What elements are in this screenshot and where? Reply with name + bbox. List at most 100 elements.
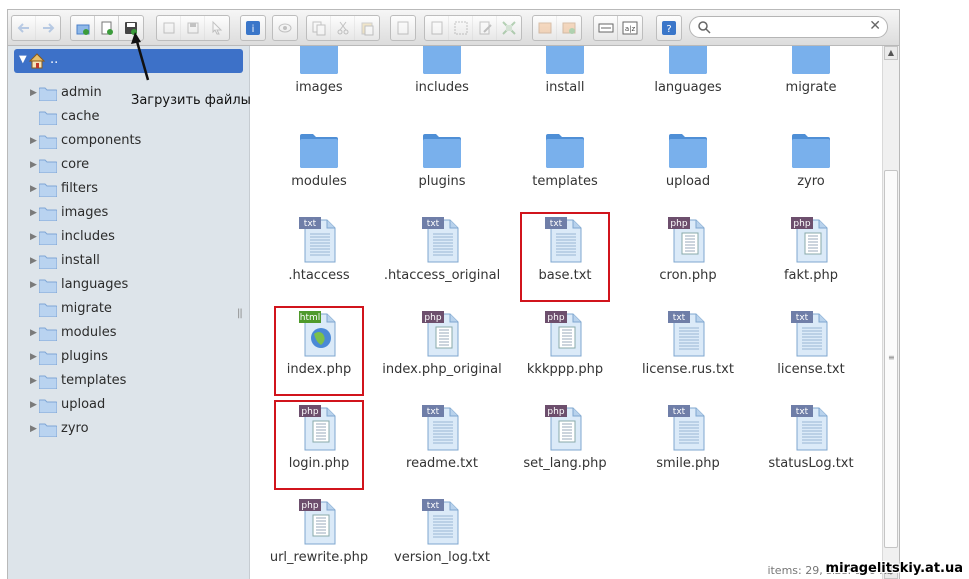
expand-arrow-icon[interactable]: ▶	[30, 160, 37, 170]
expand-arrow-icon[interactable]: ▶	[30, 376, 37, 386]
folder-item[interactable]: modules	[264, 122, 374, 212]
expand-arrow-icon[interactable]: ▶	[30, 424, 37, 434]
copy-button[interactable]	[307, 16, 331, 40]
file-item[interactable]: txt readme.txt	[387, 404, 497, 494]
folder-item[interactable]: install	[510, 46, 620, 118]
quicklook-button[interactable]	[273, 16, 297, 40]
folder-item[interactable]: images	[264, 46, 374, 118]
expand-arrow-icon[interactable]: ▶	[30, 352, 37, 362]
tree-item-label: plugins	[61, 349, 108, 364]
folder-item[interactable]: languages	[633, 46, 743, 118]
file-item[interactable]: txt smile.php	[633, 404, 743, 494]
back-button[interactable]	[12, 16, 36, 40]
tree-item-zyro[interactable]: ▶ zyro	[8, 418, 248, 442]
clear-search-icon[interactable]: ✕	[869, 18, 881, 34]
tree-item-plugins[interactable]: ▶ plugins	[8, 346, 248, 370]
tree-item-install[interactable]: ▶ install	[8, 250, 248, 274]
tree-item-images[interactable]: ▶ images	[8, 202, 248, 226]
help-button[interactable]: ?	[657, 16, 681, 40]
tree-item-modules[interactable]: ▶ modules	[8, 322, 248, 346]
scroll-up-icon[interactable]: ▲	[884, 46, 898, 60]
expand-arrow-icon[interactable]: ▶	[30, 400, 37, 410]
tree-item-filters[interactable]: ▶ filters	[8, 178, 248, 202]
expand-arrow-icon[interactable]: ▶	[30, 256, 37, 266]
extract-button[interactable]	[425, 16, 449, 40]
search-box[interactable]: ✕	[689, 16, 888, 38]
resize-icon	[502, 21, 516, 35]
folder-item[interactable]: zyro	[756, 122, 866, 212]
search-input[interactable]	[714, 19, 868, 37]
cut-button[interactable]	[331, 16, 355, 40]
download-button[interactable]	[181, 16, 205, 40]
sort-button[interactable]: a|z	[618, 16, 642, 40]
new-file-button[interactable]	[95, 16, 119, 40]
expand-arrow-icon[interactable]: ▶	[30, 136, 37, 146]
tree-item-includes[interactable]: ▶ includes	[8, 226, 248, 250]
expand-arrow-icon[interactable]: ▶	[30, 208, 37, 218]
tree-item-templates[interactable]: ▶ templates	[8, 370, 248, 394]
forward-button[interactable]	[36, 16, 60, 40]
file-item[interactable]: txt license.rus.txt	[633, 310, 743, 400]
toolbar-group	[532, 15, 582, 41]
open-icon	[163, 22, 174, 34]
expand-arrow-icon[interactable]: ▶	[30, 184, 37, 194]
paste-button[interactable]	[355, 16, 379, 40]
archive-button[interactable]	[533, 16, 557, 40]
folder-item[interactable]: plugins	[387, 122, 497, 212]
rename-button[interactable]	[449, 16, 473, 40]
folder-icon	[39, 423, 57, 437]
scroll-thumb[interactable]: ≡	[884, 170, 898, 548]
expand-arrow-icon[interactable]: ▶	[30, 232, 37, 242]
file-item[interactable]: txt statusLog.txt	[756, 404, 866, 494]
file-item[interactable]: php set_lang.php	[510, 404, 620, 494]
views-icon-button[interactable]	[594, 16, 618, 40]
edit-button[interactable]	[473, 16, 497, 40]
file-item[interactable]: txt .htaccess_original	[384, 216, 500, 306]
expand-arrow-icon[interactable]: ▶	[30, 280, 37, 290]
tree-item-cache[interactable]: cache	[8, 106, 248, 130]
folder-item[interactable]: upload	[633, 122, 743, 212]
file-item[interactable]: php kkkppp.php	[510, 310, 620, 400]
folder-item[interactable]: templates	[510, 122, 620, 212]
file-grid: images includes install languages migrate mod…	[250, 46, 882, 579]
file-item[interactable]: php cron.php	[633, 216, 743, 306]
info-button[interactable]: i	[241, 16, 265, 40]
file-name: .htaccess_original	[383, 268, 501, 283]
toolbar-group: i	[240, 15, 266, 41]
file-item[interactable]: txt version_log.txt	[387, 498, 497, 579]
expand-arrow-icon[interactable]: ▶	[30, 88, 37, 98]
svg-text:txt: txt	[673, 407, 686, 417]
extract-archive-button[interactable]	[557, 16, 581, 40]
tree-item-migrate[interactable]: migrate	[8, 298, 248, 322]
file-name: kkkppp.php	[526, 362, 604, 377]
new-file-icon	[101, 21, 113, 35]
toolbar-group	[11, 15, 61, 41]
tree-item-languages[interactable]: ▶ languages	[8, 274, 248, 298]
file-item[interactable]: php fakt.php	[756, 216, 866, 306]
svg-text:txt: txt	[427, 219, 440, 229]
file-item[interactable]: txt license.txt	[756, 310, 866, 400]
select-button[interactable]	[205, 16, 229, 40]
resize-button[interactable]	[497, 16, 521, 40]
help-icon: ?	[662, 21, 676, 35]
tree-item-core[interactable]: ▶ core	[8, 154, 248, 178]
new-folder-button[interactable]	[71, 16, 95, 40]
edit-icon	[479, 21, 492, 35]
sort-icon: a|z	[622, 21, 638, 35]
file-item[interactable]: php url_rewrite.php	[264, 498, 374, 579]
expand-arrow-icon[interactable]: ▼	[19, 54, 27, 65]
file-item[interactable]: php index.php_original	[382, 310, 502, 400]
file-item[interactable]: txt .htaccess	[264, 216, 374, 306]
open-button[interactable]	[157, 16, 181, 40]
tree-item-upload[interactable]: ▶ upload	[8, 394, 248, 418]
folder-item[interactable]: includes	[387, 46, 497, 118]
duplicate-button[interactable]	[391, 16, 415, 40]
sidebar-resize-handle[interactable]: ||	[237, 308, 243, 319]
tree-item-components[interactable]: ▶ components	[8, 130, 248, 154]
vertical-scrollbar[interactable]: ▲ ≡ ▼	[882, 46, 899, 579]
txt-file-icon: txt	[668, 405, 705, 451]
folder-item[interactable]: migrate	[756, 46, 866, 118]
expand-arrow-icon[interactable]: ▶	[30, 328, 37, 338]
new-folder-icon	[76, 24, 89, 35]
txt-file-icon: txt	[422, 499, 459, 545]
